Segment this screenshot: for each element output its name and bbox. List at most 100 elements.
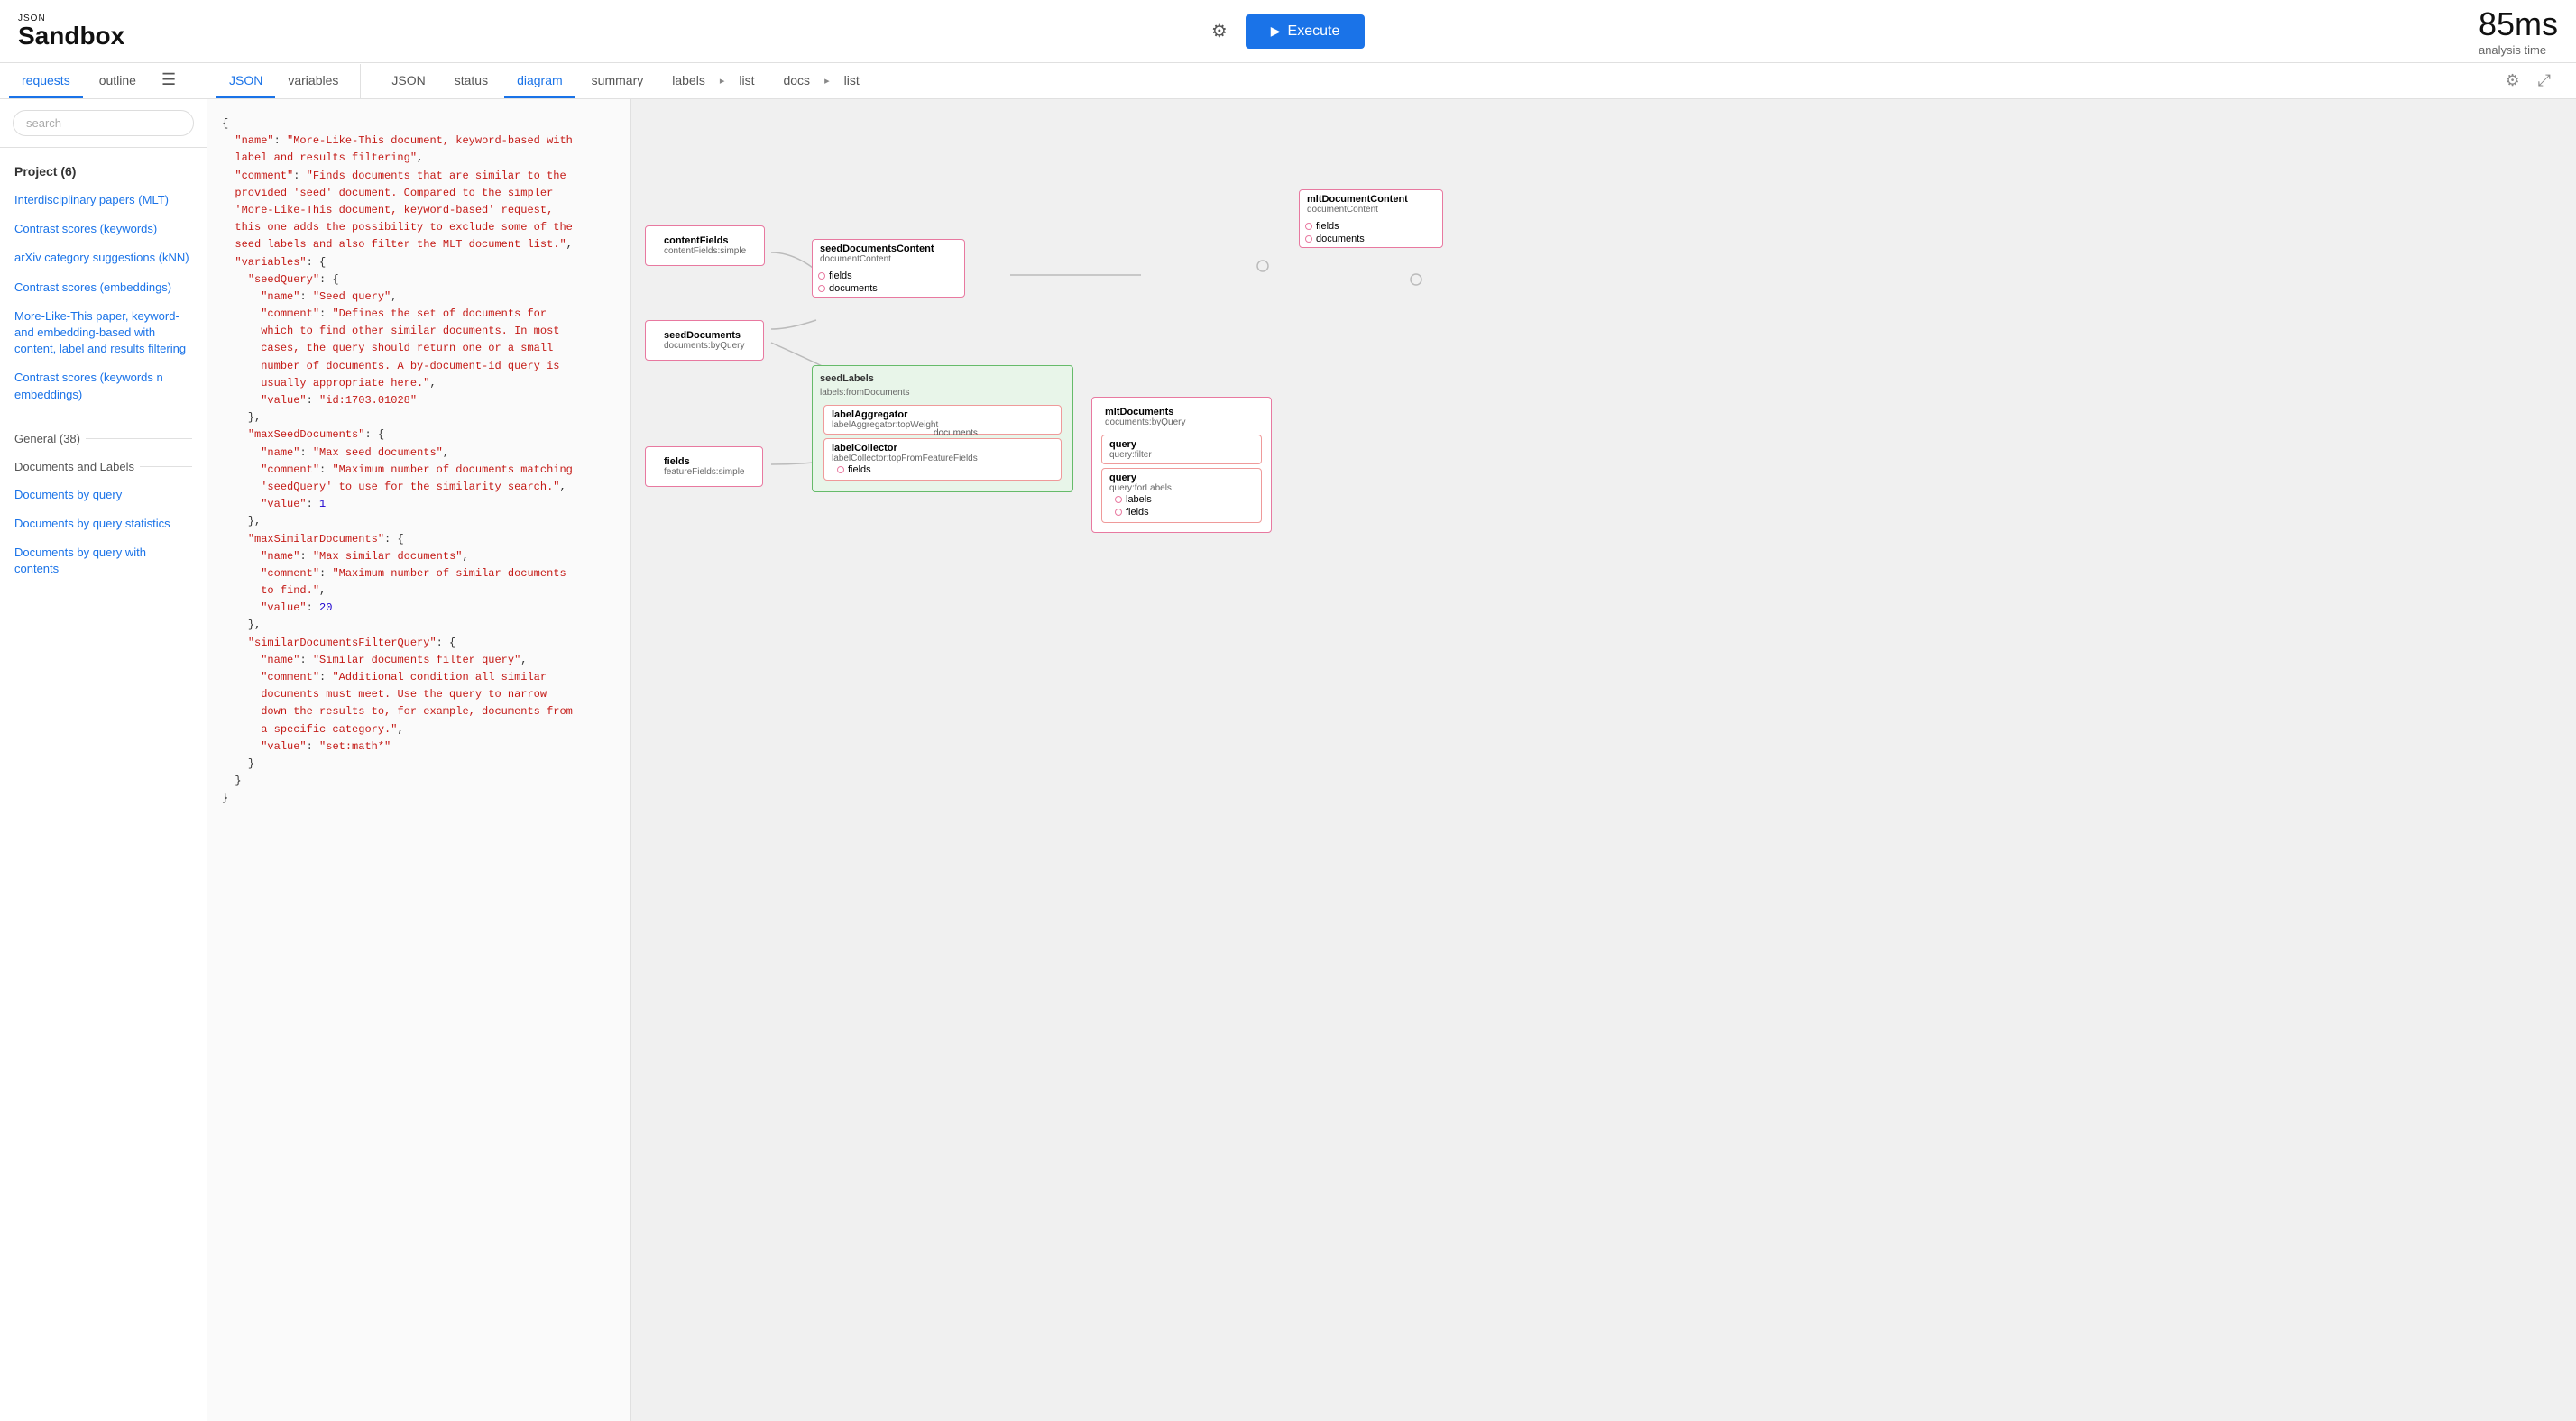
project-title: Project (6) [0, 157, 207, 186]
tab-docs-arrow: ▸ [824, 75, 830, 87]
node-mltdc-title: mltDocumentContent [1307, 194, 1435, 205]
node-qfl-title: query [1109, 472, 1254, 483]
node-lc-title: labelCollector [832, 443, 1053, 454]
sidebar-item-documents-by-query-contents[interactable]: Documents by query with contents [0, 538, 207, 583]
port-sdc-fields: fields [813, 270, 964, 282]
node-sd-subtitle: documents:byQuery [664, 341, 745, 351]
node-lc-subtitle: labelCollector:topFromFeatureFields [832, 454, 1053, 463]
execute-label: Execute [1288, 23, 1340, 40]
node-mlt-header: mltDocuments documents:byQuery [1098, 403, 1265, 431]
tab-docs-group[interactable]: docs ▸ list [770, 64, 871, 98]
port-qfl-fields: fields [1109, 506, 1254, 518]
port-label-sdc-docs: documents [829, 283, 878, 294]
node-sdc-title: seedDocumentsContent [820, 243, 957, 254]
tab-labels-list[interactable]: list [726, 64, 767, 98]
node-mlt-documents[interactable]: mltDocuments documents:byQuery query que… [1091, 397, 1272, 533]
port-dot-sdc-fields [818, 272, 825, 280]
port-dot-sdc-docs [818, 285, 825, 292]
node-mlt-title: mltDocuments [1105, 407, 1258, 417]
sidebar-item-interdisciplinary[interactable]: Interdisciplinary papers (MLT) [0, 186, 207, 215]
port-label-qfl-fields: fields [1126, 507, 1149, 518]
node-mlt-document-content[interactable]: mltDocumentContent documentContent field… [1299, 189, 1443, 248]
search-input[interactable] [13, 110, 194, 136]
node-mltdc-body: fields documents [1300, 218, 1442, 247]
tab-docs[interactable]: docs [770, 64, 823, 98]
logo-bottom: Sandbox [18, 23, 124, 49]
node-sdc-body: fields documents [813, 268, 964, 297]
diagram-canvas: contentFields contentFields:simple seedD… [631, 99, 2576, 1421]
diagram-panel: contentFields contentFields:simple seedD… [631, 99, 2576, 1421]
tab-json[interactable]: JSON [216, 64, 275, 98]
node-seed-documents[interactable]: seedDocuments documents:byQuery [645, 320, 764, 361]
tab-diagram[interactable]: diagram [504, 64, 575, 98]
code-panel: { "name": "More-Like-This document, keyw… [207, 99, 631, 1421]
tab-icon-list[interactable]: ☰ [152, 63, 185, 98]
node-seed-documents-content[interactable]: seedDocumentsContent documentContent fie… [812, 239, 965, 298]
port-qfl-labels: labels [1109, 493, 1254, 506]
tab-labels-arrow: ▸ [720, 75, 725, 87]
tab-outline[interactable]: outline [87, 64, 149, 98]
sidebar-general-title: General (38) [0, 425, 207, 453]
sidebar-item-contrast-embeddings[interactable]: Contrast scores (embeddings) [0, 273, 207, 302]
sidebar: Project (6) Interdisciplinary papers (ML… [0, 99, 207, 1421]
header: JSON Sandbox ⚙ ▶ Execute 85ms analysis t… [0, 0, 2576, 63]
node-sdc-header: seedDocumentsContent documentContent [813, 240, 964, 268]
tab-docs-list[interactable]: list [832, 64, 872, 98]
category-line-2 [140, 466, 192, 467]
node-sdc-subtitle: documentContent [820, 254, 957, 264]
node-label-collector[interactable]: labelCollector labelCollector:topFromFea… [823, 438, 1062, 481]
port-dot-qfl-fields [1115, 509, 1122, 516]
settings-button[interactable]: ⚙ [1211, 20, 1228, 42]
node-la-title: labelAggregator [832, 409, 1053, 420]
main: Project (6) Interdisciplinary papers (ML… [0, 99, 2576, 1421]
node-mltdc-header: mltDocumentContent documentContent [1300, 190, 1442, 218]
header-center: ⚙ ▶ Execute [143, 14, 2433, 49]
timing-label: analysis time [2479, 43, 2558, 57]
sidebar-item-documents-by-query[interactable]: Documents by query [0, 481, 207, 509]
sidebar-item-mlt[interactable]: More-Like-This paper, keyword- and embed… [0, 302, 207, 364]
category-line [86, 438, 192, 439]
port-label-qfl-labels: labels [1126, 494, 1152, 505]
general-label: General (38) [14, 432, 80, 445]
sidebar-item-documents-by-query-statistics[interactable]: Documents by query statistics [0, 509, 207, 538]
node-query-for-labels[interactable]: query query:forLabels labels fields [1101, 468, 1262, 523]
tab-labels-group[interactable]: labels ▸ list [659, 64, 767, 98]
tab-requests[interactable]: requests [9, 64, 83, 98]
node-qf-title: query [1109, 439, 1254, 450]
port-lc-fields: fields [832, 463, 1053, 476]
node-qf-subtitle: query:filter [1109, 450, 1254, 460]
node-sd-header: seedDocuments documents:byQuery [657, 326, 752, 354]
play-icon: ▶ [1271, 23, 1281, 39]
sidebar-docs-labels-category: Documents and Labels [0, 453, 207, 481]
tab-gear-icon[interactable]: ⚙ [2498, 64, 2526, 97]
documents-label-green: documents [934, 428, 978, 438]
port-label-mltdc-fields: fields [1316, 221, 1339, 232]
tab-json-right[interactable]: JSON [379, 64, 437, 98]
sidebar-item-contrast-keywords-embeddings[interactable]: Contrast scores (keywords n embeddings) [0, 363, 207, 408]
node-fields[interactable]: fields featureFields:simple [645, 446, 763, 487]
tab-status[interactable]: status [442, 64, 501, 98]
timing: 85ms analysis time [2479, 5, 2558, 57]
execute-button[interactable]: ▶ Execute [1246, 14, 1366, 49]
tab-labels[interactable]: labels [659, 64, 718, 98]
port-dot-mltdc-docs [1305, 235, 1312, 243]
port-label-sdc-fields: fields [829, 270, 852, 281]
tabs-row: requests outline ☰ JSON variables JSON s… [0, 63, 2576, 99]
sidebar-search-container [0, 99, 207, 148]
node-qfl-subtitle: query:forLabels [1109, 483, 1254, 493]
node-content-fields[interactable]: contentFields contentFields:simple [645, 225, 765, 266]
port-label-lc-fields: fields [848, 464, 871, 475]
sidebar-item-arxiv[interactable]: arXiv category suggestions (kNN) [0, 243, 207, 272]
tab-variables[interactable]: variables [275, 64, 351, 98]
node-fields-title: fields [664, 456, 744, 467]
logo: JSON Sandbox [18, 14, 124, 49]
node-query-filter[interactable]: query query:filter [1101, 435, 1262, 464]
tab-summary[interactable]: summary [579, 64, 657, 98]
sidebar-item-contrast-keywords[interactable]: Contrast scores (keywords) [0, 215, 207, 243]
port-dot-qfl-labels [1115, 496, 1122, 503]
node-mlt-subtitle: documents:byQuery [1105, 417, 1258, 427]
node-sd-title: seedDocuments [664, 330, 745, 341]
node-fields-header: fields featureFields:simple [657, 453, 751, 481]
node-seed-labels-subtitle: labels:fromDocuments [820, 388, 1065, 398]
tab-expand-icon[interactable]: ⤢ [2531, 64, 2558, 97]
